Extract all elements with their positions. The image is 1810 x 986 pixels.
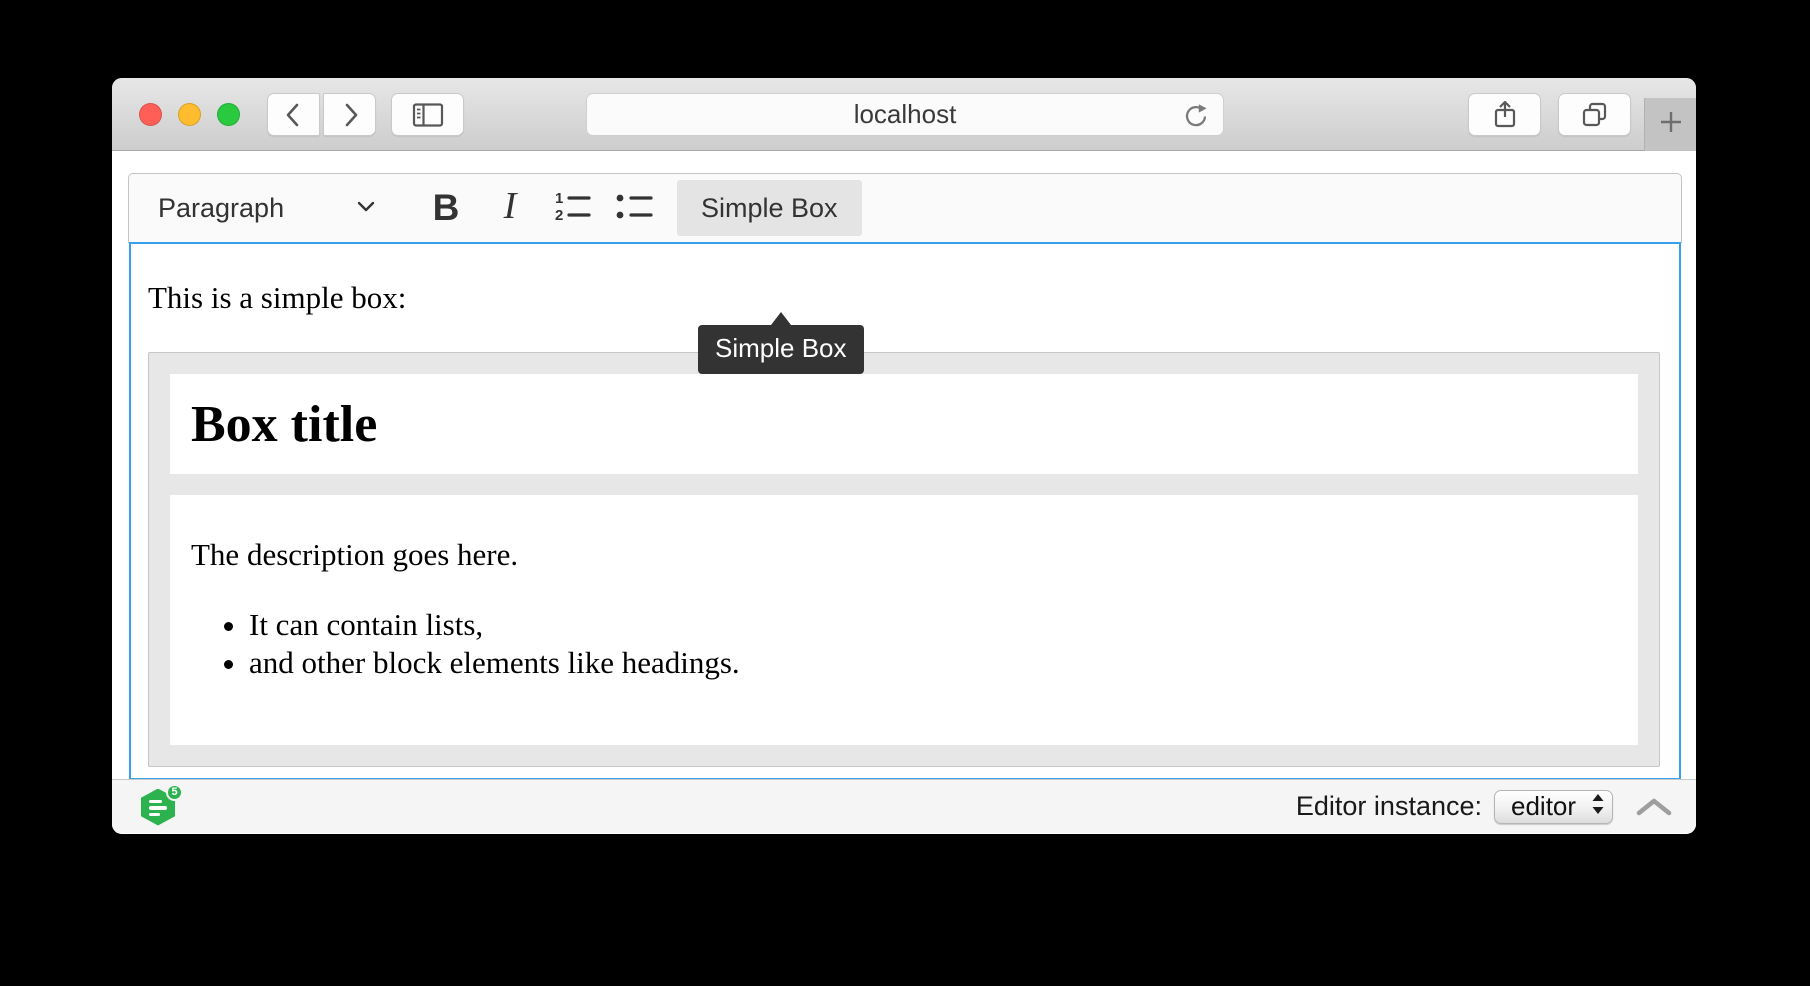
web-page: Paragraph B I 1 2: [112, 151, 1696, 833]
description-paragraph: The description goes here.: [191, 537, 1617, 573]
browser-window: localhost: [112, 78, 1696, 834]
traffic-lights: [139, 103, 240, 126]
back-chevron-icon: [281, 100, 307, 130]
description-list: It can contain lists, and other block el…: [249, 606, 1617, 681]
italic-button[interactable]: I: [487, 180, 533, 236]
close-window-button[interactable]: [139, 103, 162, 126]
list-item: and other block elements like headings.: [249, 644, 1617, 681]
new-tab-button[interactable]: [1644, 98, 1696, 151]
footer-controls: Editor instance: editor: [1296, 790, 1673, 824]
tab-overview-icon: [1580, 100, 1610, 130]
editor-instance-select[interactable]: editor: [1494, 790, 1613, 824]
simple-box-description-section[interactable]: The description goes here. It can contai…: [170, 495, 1638, 745]
numbered-list-icon: 1 2: [551, 189, 593, 228]
italic-icon: I: [504, 184, 517, 228]
numbered-list-button[interactable]: 1 2: [549, 180, 595, 236]
plus-icon: [1658, 109, 1684, 140]
box-title-heading: Box title: [191, 395, 377, 454]
select-stepper-icon: [1590, 792, 1606, 821]
heading-dropdown-value: Paragraph: [158, 193, 284, 224]
address-bar-url: localhost: [854, 99, 957, 130]
minimize-window-button[interactable]: [178, 103, 201, 126]
bulleted-list-button[interactable]: [611, 180, 657, 236]
editor-instance-label: Editor instance:: [1296, 791, 1482, 822]
tooltip-caret-icon: [771, 312, 791, 325]
collapse-panel-button[interactable]: [1635, 796, 1673, 818]
chevron-down-icon: [355, 199, 377, 218]
heading-dropdown[interactable]: Paragraph: [137, 180, 399, 236]
svg-text:1: 1: [555, 190, 563, 207]
ckeditor-version-badge: 5: [166, 784, 183, 801]
screenshot-stage: localhost: [0, 0, 1810, 986]
editor-instance-select-value: editor: [1511, 791, 1576, 822]
simple-box-tooltip: Simple Box: [698, 325, 864, 374]
sidebar-icon: [411, 101, 445, 129]
list-item: It can contain lists,: [249, 606, 1617, 643]
browser-chrome: localhost: [112, 78, 1696, 151]
simple-box-title-section[interactable]: Box title: [170, 374, 1638, 474]
zoom-window-button[interactable]: [217, 103, 240, 126]
ckeditor-logo-icon: 5: [141, 787, 181, 827]
chevron-up-icon: [1635, 796, 1673, 818]
editor-editable-area[interactable]: This is a simple box: Box title The desc…: [129, 242, 1681, 780]
intro-paragraph: This is a simple box:: [148, 280, 1660, 316]
bold-icon: B: [433, 187, 460, 229]
share-icon: [1491, 99, 1519, 131]
bold-button[interactable]: B: [423, 180, 469, 236]
bulleted-list-icon: [613, 189, 655, 228]
share-button[interactable]: [1468, 93, 1541, 136]
reload-button[interactable]: [1181, 101, 1211, 131]
simple-box-widget[interactable]: Box title The description goes here. It …: [148, 352, 1660, 767]
tooltip-text: Simple Box: [715, 333, 847, 363]
back-button[interactable]: [267, 93, 320, 136]
tab-overview-button[interactable]: [1558, 93, 1631, 136]
editor-toolbar: Paragraph B I 1 2: [128, 173, 1682, 243]
address-bar[interactable]: localhost: [586, 93, 1224, 136]
sample-footer-bar: 5 Editor instance: editor: [112, 779, 1696, 833]
forward-chevron-icon: [337, 100, 363, 130]
simple-box-button[interactable]: Simple Box: [677, 180, 862, 236]
forward-button[interactable]: [323, 93, 376, 136]
simple-box-button-label: Simple Box: [701, 193, 838, 224]
sidebar-toggle-button[interactable]: [391, 93, 464, 136]
svg-text:2: 2: [555, 207, 563, 223]
